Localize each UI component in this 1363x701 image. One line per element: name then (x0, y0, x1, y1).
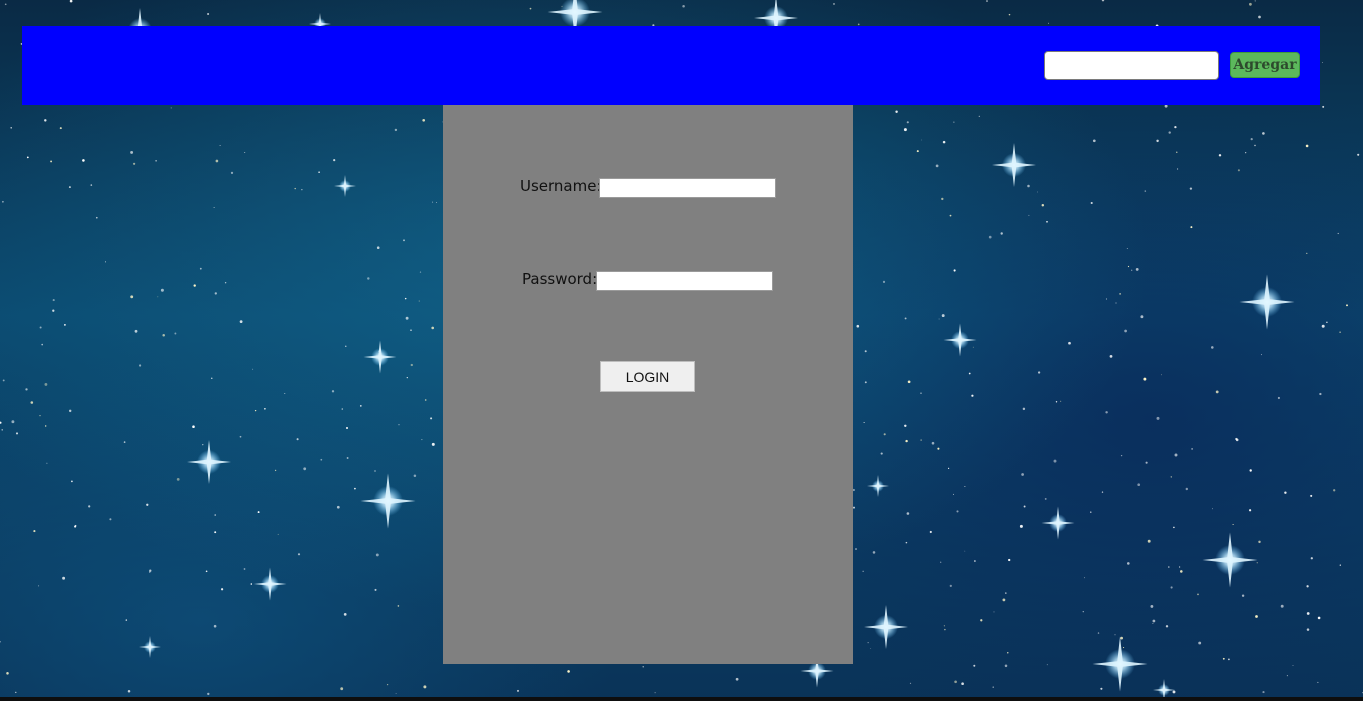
header-text-input[interactable] (1044, 51, 1219, 80)
password-label: Password: (522, 270, 598, 288)
username-label: Username: (520, 177, 602, 195)
agregar-button[interactable]: Agregar (1230, 52, 1300, 78)
login-button[interactable]: LOGIN (600, 361, 695, 392)
bottom-border (0, 697, 1363, 701)
username-field[interactable] (599, 178, 776, 198)
password-field[interactable] (596, 271, 773, 291)
